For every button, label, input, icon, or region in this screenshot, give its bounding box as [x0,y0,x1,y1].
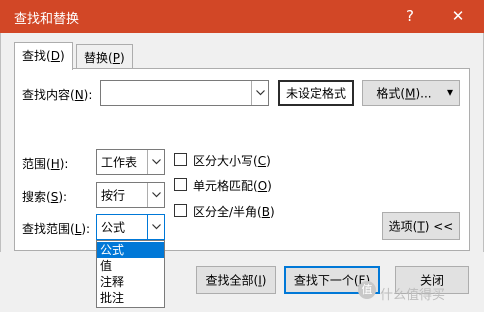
tab-replace-accesskey: P [112,51,120,65]
look-in-dropdown-list: 公式 值 注释 批注 [96,240,165,308]
find-what-dropdown-button[interactable] [251,81,268,105]
match-entire-cell-label[interactable]: 单元格匹配(O) [193,177,272,194]
tab-replace-label-tail: ) [119,51,125,65]
within-dropdown-button[interactable] [147,150,164,174]
tab-find-accesskey: D [50,49,60,63]
no-format-set-label: 未设定格式 [285,86,346,101]
chevron-down-icon [152,159,161,165]
look-in-select[interactable]: 公式 [96,214,165,240]
dialog-title: 查找和替换 [14,12,80,27]
search-select[interactable]: 按行 [96,182,165,208]
look-in-dropdown-button[interactable] [147,215,164,239]
look-in-option-notes[interactable]: 注释 [97,274,164,290]
look-in-label: 查找范围(L): [22,222,91,236]
match-byte-width-checkbox[interactable] [174,204,187,217]
match-byte-width-label[interactable]: 区分全/半角(B) [193,203,275,220]
tab-find-label-tail: ) [59,49,65,63]
no-format-set-button[interactable]: 未设定格式 [278,80,354,106]
tab-find[interactable]: 查找(D) [14,42,73,70]
format-button-label: 格式(M)... [376,86,432,101]
format-button[interactable]: 格式(M)... ▾ [362,80,460,106]
match-case-checkbox[interactable] [174,153,187,166]
watermark-text: 什么值得买 [380,288,446,303]
search-label: 搜索(S): [22,190,68,204]
chevron-down-icon [152,224,161,230]
match-entire-cell-checkbox[interactable] [174,178,187,191]
options-button[interactable]: 选项(T) << [382,212,460,240]
look-in-option-comments[interactable]: 批注 [97,290,164,306]
title-bar: 查找和替换 ? ✕ [0,0,484,33]
match-case-label[interactable]: 区分大小写(C) [193,152,271,169]
chevron-down-icon [256,90,265,96]
find-what-combobox[interactable] [100,80,269,106]
look-in-option-formulas[interactable]: 公式 [97,242,164,258]
look-in-option-values[interactable]: 值 [97,258,164,274]
within-label: 范围(H): [22,157,69,171]
tab-find-label: 查找( [22,49,51,63]
search-value: 按行 [101,188,126,203]
chevron-down-icon [152,192,161,198]
watermark-badge: 值 [358,281,376,299]
format-dropdown-icon[interactable]: ▾ [447,85,453,99]
find-all-button[interactable]: 查找全部(I) [196,266,276,294]
look-in-value: 公式 [101,220,126,235]
close-window-button[interactable]: ✕ [444,5,472,27]
within-select[interactable]: 工作表 [96,149,165,175]
within-value: 工作表 [101,155,138,170]
find-all-label: 查找全部(I) [205,273,267,288]
find-what-label: 查找内容(N): [22,88,93,102]
tab-replace[interactable]: 替换(P) [76,44,133,68]
help-button[interactable]: ? [396,5,424,27]
options-button-label: 选项(T) << [388,219,454,234]
tab-replace-label: 替换( [84,51,113,65]
search-dropdown-button[interactable] [147,183,164,207]
